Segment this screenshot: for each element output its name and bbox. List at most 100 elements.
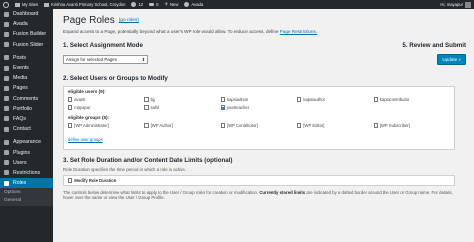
admin-sidebar: Dashboard Avada Fusion Builder Fusion Slide… xyxy=(0,9,53,242)
new-content-menu[interactable]: + New xyxy=(161,0,181,9)
sidebar-item-label: Contact xyxy=(13,126,31,133)
sidebar-item-dashboard[interactable]: Dashboard xyxy=(0,9,53,19)
checkbox-item[interactable]: [WP Author] xyxy=(144,123,220,128)
users-groups-box: eligible users (9): avanti bjj kapsiadmin k… xyxy=(63,86,455,150)
duration-description: Role Duration specifies the time period … xyxy=(63,167,186,172)
sidebar-item-users[interactable]: Users xyxy=(0,158,53,168)
avatar xyxy=(465,1,471,8)
account-menu[interactable]: Hi, mayapur xyxy=(437,0,474,9)
my-sites-menu[interactable]: My Sites xyxy=(12,0,41,9)
sidebar-item-avada[interactable]: Avada xyxy=(0,19,53,29)
limits-note: The controls below determine what limits… xyxy=(63,190,455,201)
sidebar-item-label: Events xyxy=(13,65,29,72)
checkbox-label: [WP Administrator] xyxy=(74,123,109,128)
sidebar-item-label: Comments xyxy=(13,95,39,102)
site-name-label: Krishna Avanti Primary School, Croydon xyxy=(51,2,126,7)
checkbox-item[interactable]: [WP Contributor] xyxy=(220,123,297,128)
sidebar-item-fusion-slider[interactable]: Fusion Slider xyxy=(0,40,53,50)
checkbox-label: kapsicontributor xyxy=(379,97,410,102)
sidebar-item-events[interactable]: Events xyxy=(0,63,53,73)
checkbox-item[interactable]: bjj xyxy=(144,97,220,102)
checkbox-icon xyxy=(373,97,378,102)
sites-icon xyxy=(15,2,20,7)
avada-menu[interactable]: Avada xyxy=(181,0,206,9)
sidebar-item-label: Fusion Slider xyxy=(13,41,44,48)
pages-icon xyxy=(4,85,9,91)
sidebar-item-portfolio[interactable]: Portfolio xyxy=(0,104,53,114)
sidebar-item-comments[interactable]: Comments xyxy=(0,94,53,104)
step5-heading: 5. Review and Submit xyxy=(402,42,466,49)
mode-controls: Assign for selected Pages ⬍ Update » xyxy=(63,54,474,65)
assignment-mode-value: Assign for selected Pages xyxy=(66,57,117,62)
step2-heading: 2. Select Users or Groups to Modify xyxy=(63,75,168,82)
checkbox-item[interactable]: kapsiadmin xyxy=(220,97,297,102)
sidebar-item-label: Restrictions xyxy=(13,169,41,176)
checkbox-icon xyxy=(220,123,225,128)
checkbox-icon xyxy=(144,123,149,128)
duration-box: Modify Role Duration xyxy=(63,175,455,186)
assignment-mode-select[interactable]: Assign for selected Pages ⬍ xyxy=(63,55,148,64)
checkbox-item[interactable]: sahil xyxy=(144,105,220,110)
wp-logo-menu[interactable] xyxy=(0,0,12,9)
step3-heading: 3. Set Role Duration and/or Content Date… xyxy=(63,157,233,164)
greeting-text: Hi, mayapur xyxy=(440,2,463,7)
sidebar-item-faqs[interactable]: FAQs xyxy=(0,114,53,124)
wordpress-icon xyxy=(3,1,9,8)
checkbox-item[interactable]: [WP Editor] xyxy=(297,123,373,128)
comment-icon xyxy=(149,2,155,7)
submenu-item-options[interactable]: Options xyxy=(0,189,53,197)
note-prefix: The controls below determine what limits… xyxy=(63,190,259,195)
sidebar-item-plugins[interactable]: Plugins xyxy=(0,147,53,157)
site-name-menu[interactable]: Krishna Avanti Primary School, Croydon xyxy=(41,0,128,9)
updates-menu[interactable]: 12 xyxy=(128,0,146,9)
sidebar-item-posts[interactable]: Posts xyxy=(0,53,53,63)
sidebar-item-label: Media xyxy=(13,75,28,82)
page-restrictions-link[interactable]: Page Restrictions. xyxy=(280,29,317,34)
restrictions-icon xyxy=(4,170,9,176)
checkbox-label: mayapur xyxy=(74,105,91,110)
avada-icon xyxy=(184,2,190,7)
checkbox-item[interactable]: yearteacher xyxy=(220,105,297,110)
checkbox-icon xyxy=(68,97,73,102)
sidebar-item-roles[interactable]: Roles xyxy=(0,178,53,189)
submenu-item-general[interactable]: General xyxy=(0,197,53,205)
comments-menu[interactable]: 0 xyxy=(146,0,161,9)
sidebar-item-label: FAQs xyxy=(13,115,26,122)
media-icon xyxy=(4,75,9,81)
sidebar-item-label: Roles xyxy=(13,180,27,187)
sidebar-item-pages[interactable]: Pages xyxy=(0,83,53,93)
sidebar-item-media[interactable]: Media xyxy=(0,73,53,83)
modify-duration-checkbox[interactable]: Modify Role Duration xyxy=(68,178,450,183)
admin-bar: My Sites Krishna Avanti Primary School, … xyxy=(0,0,474,9)
checkbox-item[interactable]: avanti xyxy=(68,97,144,102)
checkbox-item[interactable]: [WP Administrator] xyxy=(68,123,144,128)
checkbox-item[interactable]: kapsicontributor xyxy=(373,97,450,102)
sidebar-item-fusion-builder[interactable]: Fusion Builder xyxy=(0,29,53,39)
checkbox-label: sahil xyxy=(150,105,160,110)
define-user-groups-link[interactable]: define user groups xyxy=(68,137,103,142)
checkbox-item[interactable]: [WP Subscriber] xyxy=(373,123,450,128)
sidebar-item-contact[interactable]: Contact xyxy=(0,124,53,134)
users-icon xyxy=(4,160,9,166)
checkbox-item[interactable]: mayapur xyxy=(68,105,144,110)
sidebar-item-label: Pages xyxy=(13,85,28,92)
checkbox-icon xyxy=(68,178,73,183)
contact-icon xyxy=(4,126,9,132)
sidebar-item-appearance[interactable]: Appearance xyxy=(0,137,53,147)
go-roles-link[interactable]: (go roles) xyxy=(119,18,139,23)
update-button[interactable]: Update » xyxy=(437,54,466,65)
updates-count: 12 xyxy=(138,2,144,7)
sidebar-item-restrictions[interactable]: Restrictions xyxy=(0,168,53,178)
chevron-down-icon: ⬍ xyxy=(141,57,146,62)
sidebar-item-label: Fusion Builder xyxy=(13,31,47,38)
dashboard-icon xyxy=(4,11,9,17)
plugins-icon xyxy=(4,150,9,156)
checkbox-icon xyxy=(144,105,149,110)
checkbox-item[interactable]: kapsiauthor xyxy=(297,97,373,102)
home-icon xyxy=(44,2,50,7)
faqs-icon xyxy=(4,116,9,122)
portfolio-icon xyxy=(4,106,9,112)
page-title-row: Page Roles (go roles) xyxy=(63,15,474,26)
comments-count: 0 xyxy=(156,2,159,7)
checkbox-label: [WP Editor] xyxy=(303,123,325,128)
